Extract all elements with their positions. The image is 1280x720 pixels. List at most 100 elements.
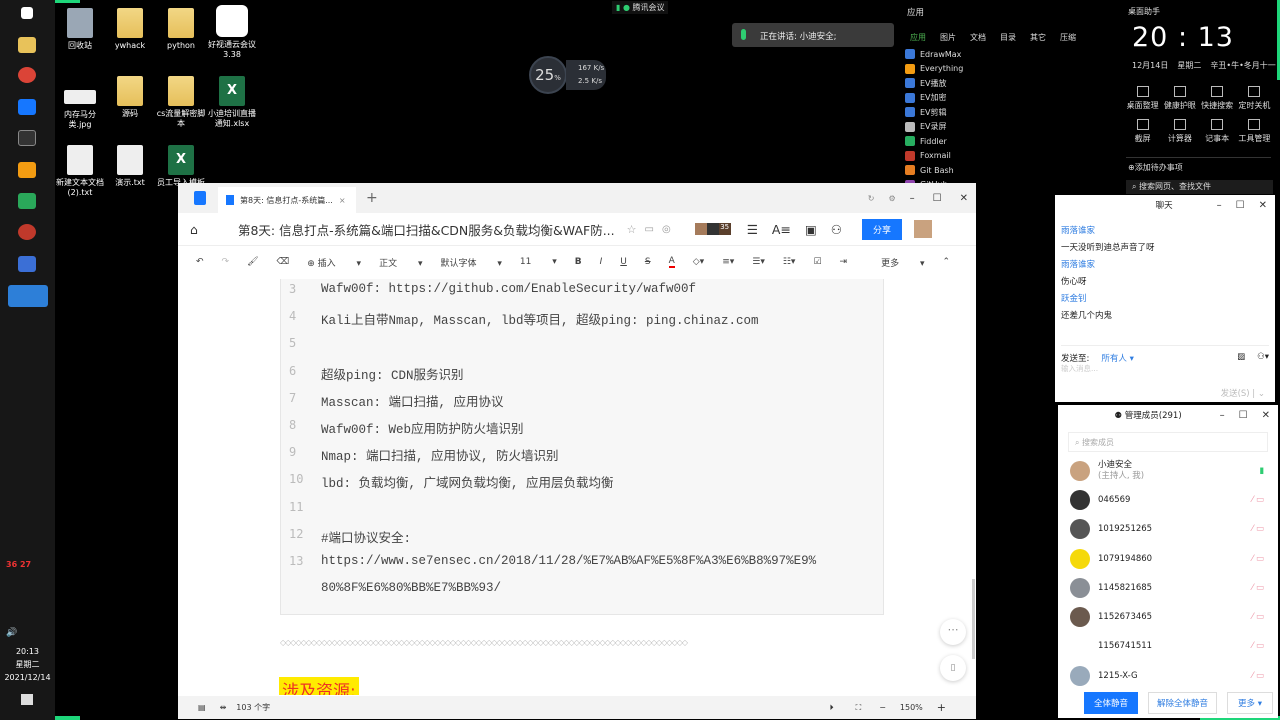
more-button[interactable]: 更多 ▾ — [881, 256, 924, 269]
code-line[interactable]: Masscan: 端口扫描, 应用协议 — [321, 391, 504, 410]
undo-icon[interactable]: ↶ — [196, 257, 204, 267]
code-line[interactable]: Kali上自带Nmap, Masscan, lbd等项目, 超级ping: pi… — [321, 309, 759, 328]
avatar[interactable] — [694, 223, 707, 235]
redo-icon[interactable]: ↷ — [222, 257, 230, 267]
minimize-button[interactable]: – — [1220, 410, 1225, 421]
app-item[interactable]: Git Bash — [905, 163, 1115, 178]
maximize-button[interactable]: ☐ — [1236, 200, 1245, 211]
member-row[interactable]: 1019251265 ⁄ ▭ — [1058, 515, 1278, 544]
code-line[interactable]: Nmap: 端口扫描, 应用协议, 防火墙识别 — [321, 445, 559, 464]
code-line[interactable]: #端口协议安全: — [321, 527, 411, 546]
scrollbar[interactable] — [972, 579, 975, 659]
tool-shutdown-timer[interactable]: 定时关机 — [1236, 86, 1273, 111]
font-size-select[interactable]: 11 ▾ — [520, 257, 557, 267]
code-line[interactable]: Wafw00f: Web应用防护防火墙识别 — [321, 418, 524, 437]
close-button[interactable]: ✕ — [1259, 200, 1267, 211]
app-item[interactable]: EdrawMax — [905, 47, 1115, 62]
mic-muted-icon[interactable]: ⁄ ▭ — [1252, 641, 1264, 651]
desktop-icon[interactable]: 新建文本文档(2).txt — [53, 145, 107, 198]
indent-icon[interactable]: ⇥ — [840, 257, 848, 267]
clock[interactable]: 20:13 星期二 2021/12/14 — [0, 645, 55, 684]
code-line[interactable]: 超级ping: CDN服务识别 — [321, 364, 464, 383]
close-tab-icon[interactable]: × — [339, 196, 346, 205]
app-item[interactable]: EV剪辑 — [905, 105, 1115, 120]
app-item[interactable]: EV加密 — [905, 91, 1115, 106]
app-icon[interactable] — [18, 256, 36, 272]
collaborator-count[interactable]: 35 — [718, 223, 731, 235]
code-block[interactable]: 3 Wafw00f: https://github.com/EnableSecur… — [280, 279, 884, 615]
member-row[interactable]: 046569 ⁄ ▭ — [1058, 485, 1278, 514]
collaborators-icon[interactable]: ⚇ — [831, 222, 842, 237]
mic-muted-icon[interactable]: ⁄ ▭ — [1252, 583, 1264, 593]
tab-archive[interactable]: 压缩 — [1060, 33, 1076, 42]
app-item[interactable]: Everything — [905, 62, 1115, 77]
image-icon[interactable]: ▨ — [1237, 352, 1245, 364]
desktop-icon[interactable]: 源码 — [103, 76, 157, 119]
send-button[interactable]: 发送(S) | ⌄ — [1221, 387, 1265, 399]
member-row[interactable]: 小迪安全 (主持人, 我) ▮ — [1058, 456, 1278, 485]
font-select[interactable]: 默认字体 ▾ — [440, 256, 501, 269]
message-sender[interactable]: 雨落谁家 — [1061, 257, 1269, 274]
member-row[interactable]: 1152673465 ⁄ ▭ — [1058, 602, 1278, 631]
tool-quick-search[interactable]: 快捷搜索 — [1199, 86, 1236, 111]
insert-button[interactable]: ⊕ 插入 ▾ — [307, 256, 361, 269]
code-line[interactable]: https://www.se7ensec.cn/2018/11/28/%E7%A… — [321, 554, 816, 568]
meeting-app-icon[interactable] — [8, 285, 48, 307]
member-row[interactable]: 1145821685 ⁄ ▭ — [1058, 573, 1278, 602]
tool-eye-care[interactable]: 健康护眼 — [1161, 86, 1198, 111]
mention-icon[interactable]: ⚇▾ — [1257, 352, 1269, 364]
tab-other[interactable]: 其它 — [1030, 33, 1046, 42]
tab-dirs[interactable]: 目录 — [1000, 33, 1016, 42]
close-button[interactable]: ✕ — [1262, 410, 1270, 421]
desktop-icon[interactable]: X员工导入模板 — [154, 145, 208, 188]
tool-desktop-organize[interactable]: 桌面整理 — [1124, 86, 1161, 111]
underline-icon[interactable]: U — [620, 257, 627, 267]
app-item[interactable]: Fiddler — [905, 134, 1115, 149]
bold-icon[interactable]: B — [575, 257, 582, 267]
send-to-select[interactable]: 所有人 ▾ — [1101, 352, 1133, 364]
zoom-in-button[interactable]: + — [937, 701, 946, 714]
settings-icon[interactable]: ⚙ — [888, 194, 895, 203]
font-color-icon[interactable]: A — [668, 256, 675, 268]
document-tab[interactable]: 第8天: 信息打点-系统篇... × — [218, 187, 356, 213]
mute-all-button[interactable]: 全体静音 — [1084, 692, 1139, 714]
message-sender[interactable]: 跃金钊 — [1061, 291, 1269, 308]
mic-icon[interactable]: ▮ — [1259, 466, 1264, 476]
tool-manage[interactable]: 工具管理 — [1236, 119, 1273, 144]
mic-muted-icon[interactable]: ⁄ ▭ — [1252, 554, 1264, 564]
chat-input[interactable]: 输入消息... — [1061, 363, 1098, 374]
bullet-list-icon[interactable]: ☰▾ — [752, 257, 765, 267]
present-icon[interactable]: ▣ — [805, 222, 817, 237]
menu-icon[interactable]: ☰ — [747, 222, 758, 237]
desktop-icon[interactable]: 演示.txt — [103, 145, 157, 188]
tab-docs[interactable]: 文档 — [970, 33, 986, 42]
cpu-gauge[interactable]: 25% — [529, 56, 567, 94]
collapse-toolbar-icon[interactable]: ⌃ — [942, 257, 950, 267]
new-tab-button[interactable]: + — [366, 190, 378, 206]
home-icon[interactable]: ⌂ — [190, 222, 198, 237]
mic-muted-icon[interactable]: ⁄ ▭ — [1252, 612, 1264, 622]
tool-calculator[interactable]: 计算器 — [1161, 119, 1198, 144]
share-button[interactable]: 分享 — [861, 218, 902, 240]
minimize-button[interactable]: – — [910, 193, 915, 204]
desktop-icon[interactable]: cs流量解密脚本 — [154, 76, 208, 129]
outline-icon[interactable]: ▤ — [198, 703, 206, 712]
desktop-icon[interactable]: 内存马分类.jpg — [53, 90, 107, 130]
checkbox-icon[interactable]: ☑ — [813, 257, 821, 267]
code-line[interactable]: lbd: 负载均衡, 广域网负载均衡, 应用层负载均衡 — [321, 472, 614, 491]
maximize-button[interactable]: ☐ — [1239, 410, 1248, 421]
desktop-icon[interactable]: X 小迪培训直播通知.xlsx — [205, 76, 259, 129]
zoom-out-button[interactable]: − — [879, 703, 886, 712]
file-explorer-icon[interactable] — [18, 37, 36, 53]
close-button[interactable]: ✕ — [960, 193, 968, 204]
align-icon[interactable]: ≡▾ — [722, 257, 734, 267]
add-todo-button[interactable]: ⊕添加待办事项 — [1126, 157, 1271, 174]
status-icon[interactable]: ◎ — [662, 224, 671, 235]
page-width-icon[interactable]: ⇹ — [220, 703, 227, 712]
document-title[interactable]: 第8天: 信息打点-系统篇&端口扫描&CDN服务&负载均衡&WAF防... — [238, 220, 615, 239]
app-item[interactable]: EV播放 — [905, 76, 1115, 91]
docs-app-icon[interactable] — [18, 99, 36, 115]
app-item[interactable]: Foxmail — [905, 149, 1115, 164]
mic-muted-icon[interactable]: ⁄ ▭ — [1252, 495, 1264, 505]
highlight-icon[interactable]: ◇▾ — [693, 257, 704, 267]
